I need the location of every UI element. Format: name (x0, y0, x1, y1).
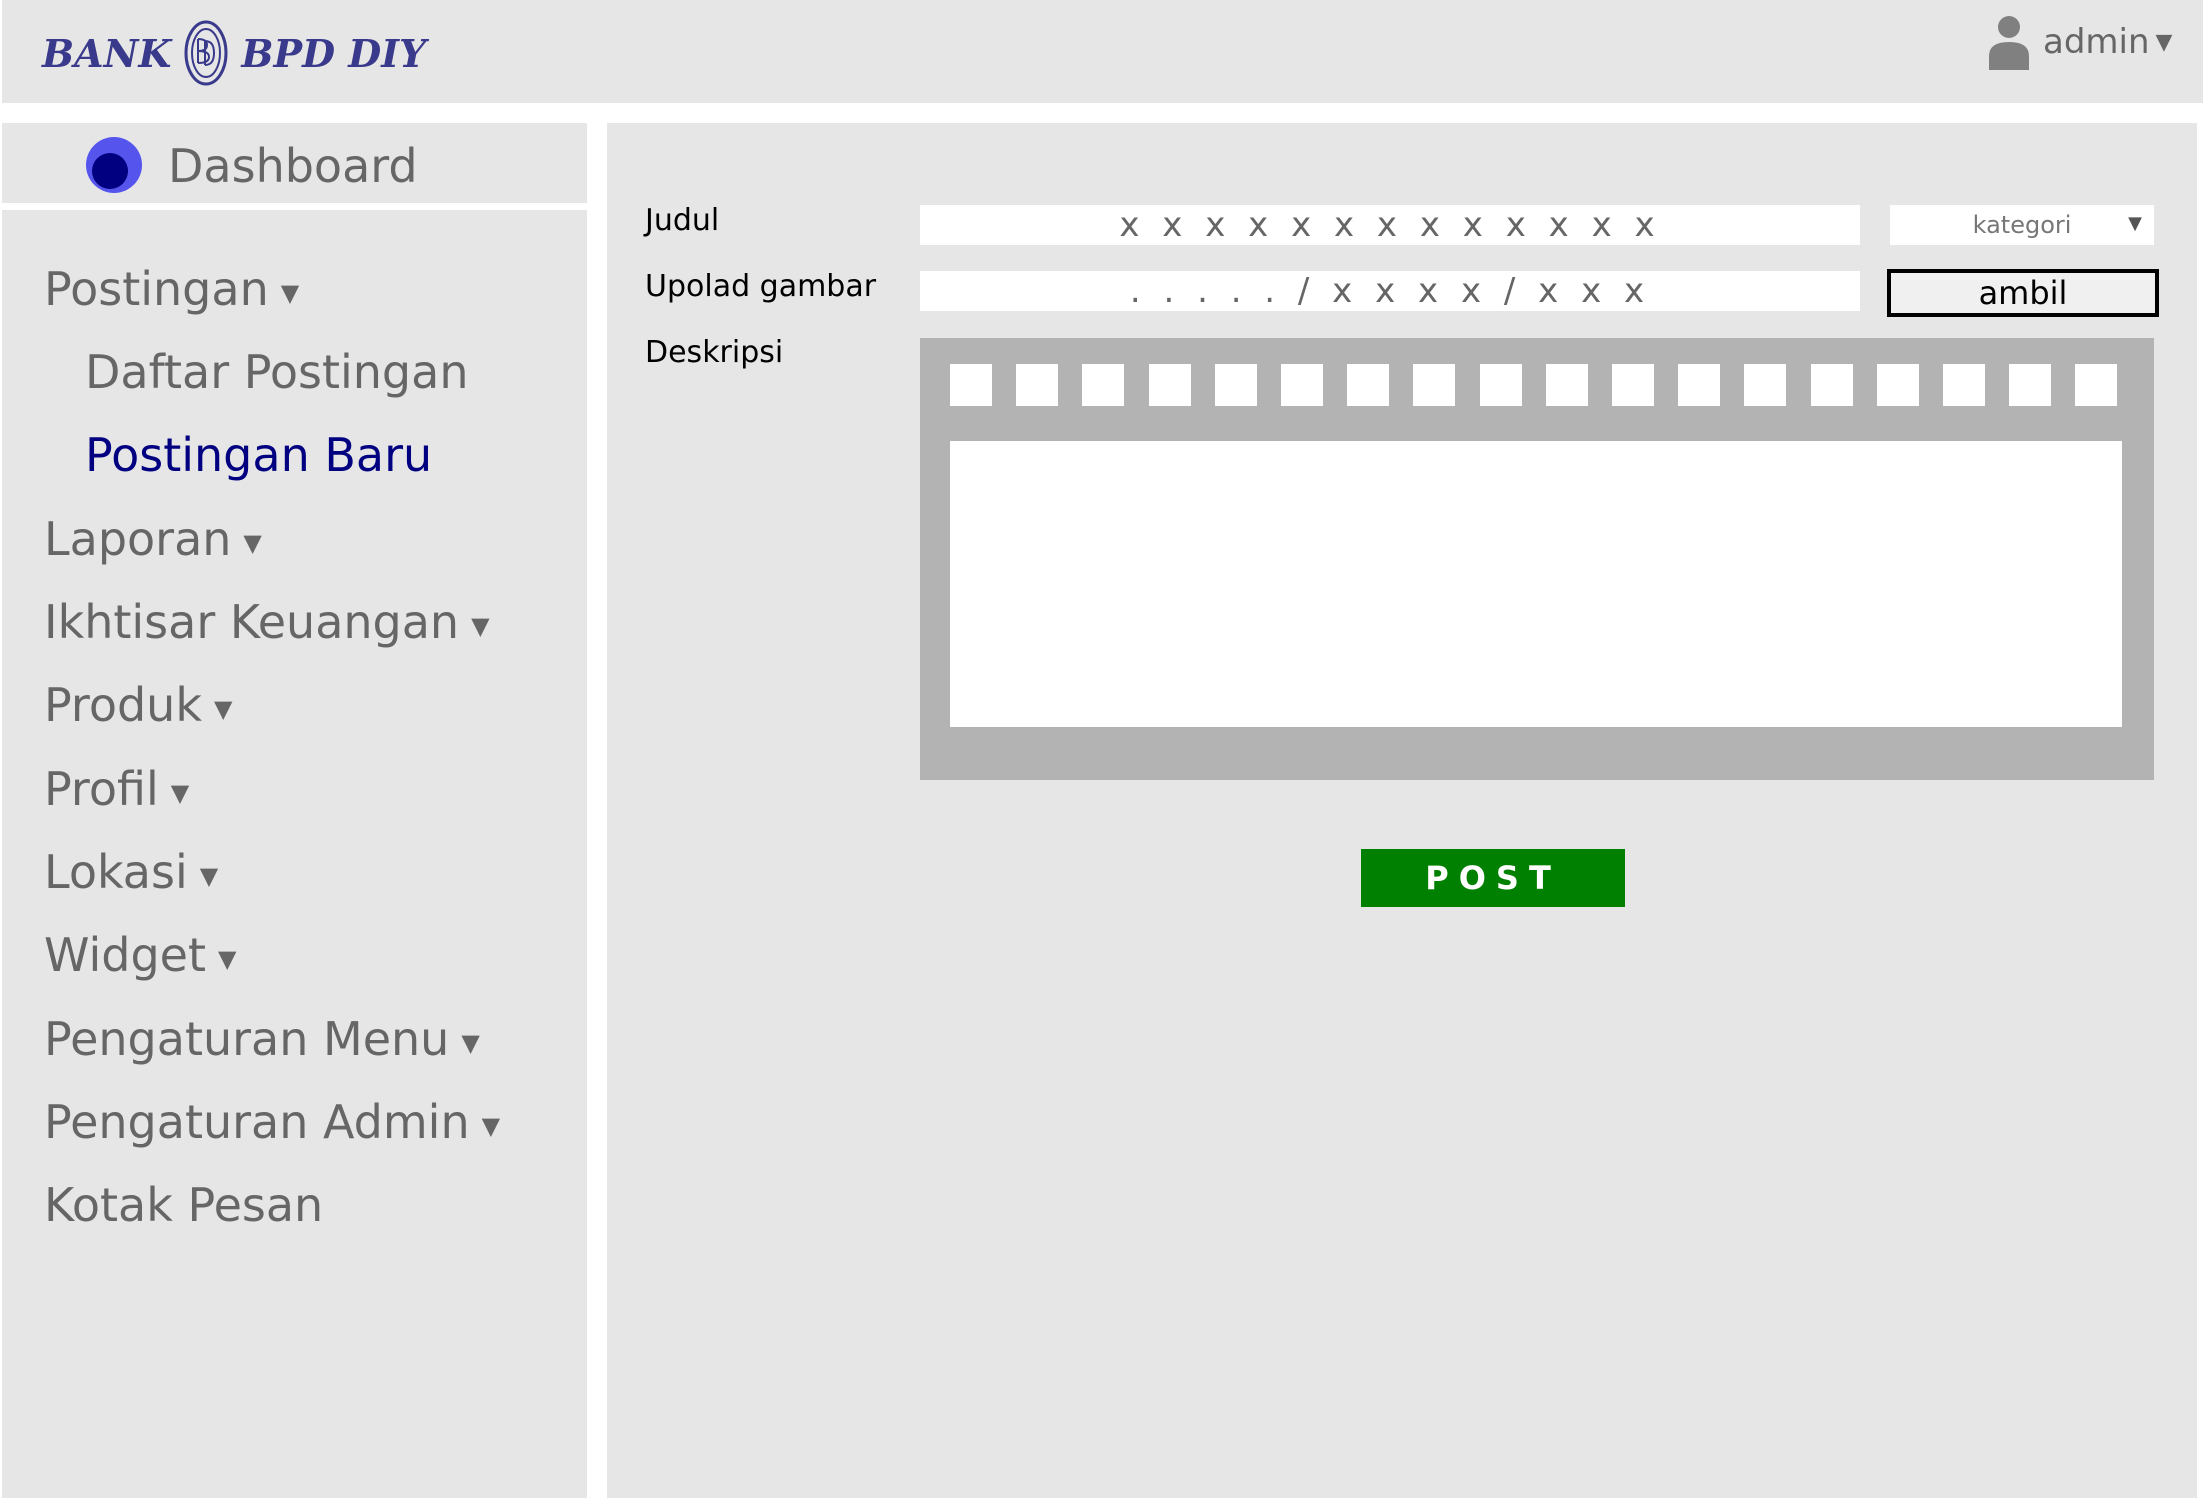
editor-toolbar-button[interactable] (1479, 364, 1522, 406)
editor-toolbar-button[interactable] (2075, 364, 2118, 406)
caret-down-icon: ▼ (218, 944, 237, 973)
description-textarea[interactable] (950, 441, 2122, 727)
brand-left-text: BANK (42, 30, 172, 76)
editor-toolbar-button[interactable] (1545, 364, 1588, 406)
sidebar-item-label: Widget (44, 928, 206, 982)
sidebar-item-label: Daftar Postingan (85, 345, 469, 399)
editor-toolbar-button[interactable] (1943, 364, 1985, 406)
category-select[interactable]: kategori ▼ (1890, 205, 2154, 245)
chevron-down-icon: ▼ (2155, 29, 2173, 55)
caret-down-icon: ▼ (243, 528, 262, 557)
editor-toolbar-button[interactable] (1082, 364, 1125, 406)
dashboard-icon (86, 137, 142, 193)
sidebar-item-ikhtisar-keuangan[interactable]: Ikhtisar Keuangan ▼ (44, 594, 490, 654)
sidebar-item-lokasi[interactable]: Lokasi ▼ (44, 844, 218, 904)
sidebar-item-label: Postingan (44, 262, 269, 316)
sidebar-item-label: Lokasi (44, 845, 188, 899)
user-label: admin (2043, 22, 2150, 62)
editor-toolbar-button[interactable] (950, 364, 992, 406)
editor-toolbar-button[interactable] (1876, 364, 1919, 406)
category-select-label: kategori (1972, 211, 2072, 239)
caret-down-icon: ▼ (471, 611, 490, 640)
editor-toolbar-button[interactable] (1214, 364, 1257, 406)
editor-toolbar-button[interactable] (1413, 364, 1456, 406)
sidebar-item-pengaturan-admin[interactable]: Pengaturan Admin ▼ (44, 1094, 500, 1154)
brand-right-text: BPD DIY (241, 30, 427, 76)
editor-toolbar-button[interactable] (2009, 364, 2052, 406)
sidebar-item-widget[interactable]: Widget ▼ (44, 927, 236, 987)
caret-down-icon: ▼ (199, 861, 219, 890)
editor-toolbar-button[interactable] (1744, 364, 1787, 406)
top-bar: BANK BPD DIY admin ▼ (2, 0, 2203, 103)
sidebar-item-label: Produk (44, 678, 202, 732)
description-editor (920, 338, 2154, 780)
editor-toolbar-button[interactable] (1148, 364, 1191, 406)
dashboard-label: Dashboard (168, 139, 418, 193)
caret-down-icon: ▼ (461, 1028, 480, 1057)
sidebar-item-label: Postingan Baru (85, 428, 433, 482)
upload-label: Upolad gambar (645, 269, 877, 304)
sidebar-item-label: Pengaturan Menu (44, 1012, 450, 1066)
title-input[interactable]: x x x x x x x x x x x x x (920, 205, 1860, 245)
sidebar-item-label: Laporan (44, 512, 232, 566)
title-label: Judul (645, 203, 720, 238)
sidebar-item-daftar-postingan[interactable]: Daftar Postingan (85, 344, 468, 400)
sidebar-item-produk[interactable]: Produk ▼ (44, 677, 232, 737)
sidebar-item-label: Ikhtisar Keuangan (44, 595, 460, 649)
editor-toolbar-button[interactable] (1612, 364, 1654, 406)
sidebar-item-label: Kotak Pesan (44, 1178, 324, 1232)
editor-toolbar-button[interactable] (1678, 364, 1721, 406)
sidebar-item-laporan[interactable]: Laporan ▼ (44, 511, 262, 571)
sidebar-item-postingan-baru[interactable]: Postingan Baru (85, 427, 432, 483)
user-icon (1989, 16, 2029, 70)
sidebar-item-kotak-pesan[interactable]: Kotak Pesan (44, 1177, 323, 1233)
sidebar-item-profil[interactable]: Profil ▼ (44, 761, 189, 821)
description-label: Deskripsi (645, 335, 784, 370)
bank-logo[interactable]: BANK BPD DIY (42, 18, 426, 88)
user-menu[interactable]: admin ▼ (1987, 14, 2172, 70)
post-button[interactable]: POST (1361, 849, 1625, 907)
ambil-button[interactable]: ambil (1887, 269, 2159, 317)
editor-toolbar-button[interactable] (1810, 364, 1853, 406)
caret-down-icon: ▼ (170, 778, 190, 807)
sidebar-item-postingan[interactable]: Postingan ▼ (44, 261, 299, 321)
sidebar-item-label: Pengaturan Admin (44, 1095, 470, 1149)
main-content: Judul x x x x x x x x x x x x x kategori… (607, 123, 2197, 1498)
upload-path-input[interactable]: . . . . . / x x x x / x x x (920, 271, 1860, 311)
editor-toolbar-button[interactable] (1016, 364, 1059, 406)
sidebar-nav: Postingan ▼ Daftar Postingan Postingan Ba… (2, 210, 587, 1498)
editor-toolbar-button[interactable] (1281, 364, 1323, 406)
editor-toolbar-button[interactable] (1347, 364, 1390, 406)
sidebar-item-label: Profil (44, 762, 159, 816)
caret-down-icon: ▼ (481, 1111, 501, 1140)
bpd-emblem-icon (184, 20, 228, 86)
caret-down-icon: ▼ (280, 278, 300, 307)
caret-down-icon: ▼ (213, 694, 233, 723)
sidebar-item-dashboard[interactable]: Dashboard (2, 123, 587, 203)
sidebar-item-pengaturan-menu[interactable]: Pengaturan Menu ▼ (44, 1011, 480, 1071)
chevron-down-icon: ▼ (2128, 213, 2142, 234)
